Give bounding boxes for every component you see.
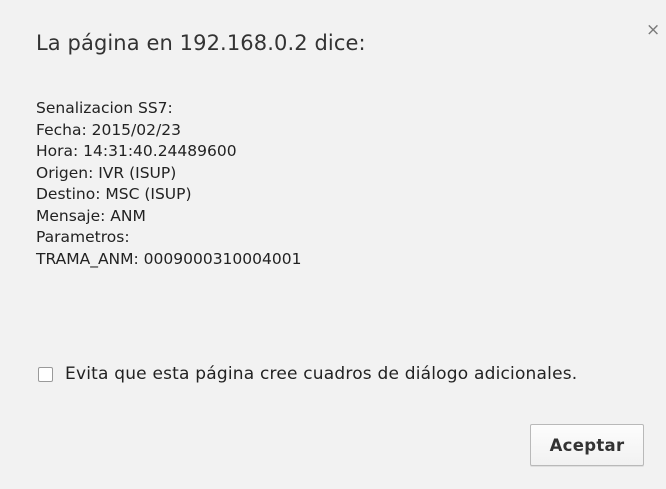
message-line: Destino: MSC (ISUP) [36,185,192,203]
message-line: Parametros: [36,228,130,246]
suppress-dialogs-option[interactable]: Evita que esta página cree cuadros de di… [38,362,577,386]
alert-dialog: La página en 192.168.0.2 dice: × Senaliz… [0,0,666,489]
message-line: TRAMA_ANM: 0009000310004001 [36,249,302,268]
suppress-dialogs-checkbox[interactable] [38,366,53,382]
message-line: Hora: 14:31:40.24489600 [36,142,237,160]
accept-button[interactable]: Aceptar [530,424,644,466]
message-line: Mensaje: ANM [36,206,146,225]
suppress-dialogs-label[interactable]: Evita que esta página cree cuadros de di… [65,364,577,384]
dialog-title: La página en 192.168.0.2 dice: [36,31,366,55]
close-icon[interactable]: × [646,20,664,40]
dialog-message: Senalizacion SS7: Fecha: 2015/02/23 Hora… [36,98,301,270]
message-line: Origen: IVR (ISUP) [36,163,177,182]
message-line: Senalizacion SS7: [36,99,173,117]
message-line: Fecha: 2015/02/23 [36,120,181,139]
